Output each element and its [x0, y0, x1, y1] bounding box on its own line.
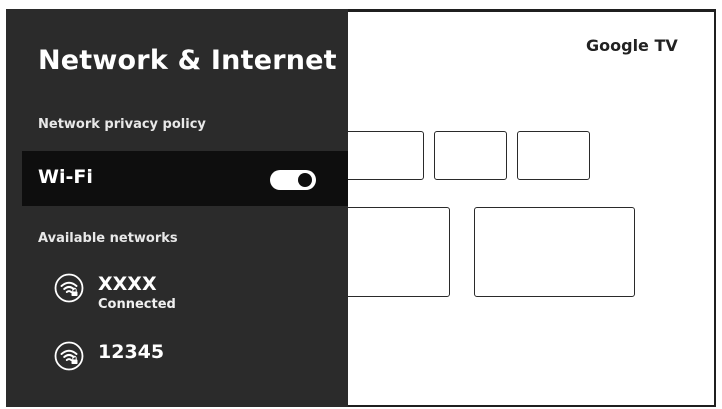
google-tv-logo: Google TV [586, 36, 678, 55]
content-tile[interactable] [340, 207, 450, 297]
page-title: Network & Internet [38, 45, 337, 76]
toggle-knob [298, 173, 312, 187]
wifi-toggle-row[interactable]: Wi-Fi [22, 151, 348, 206]
content-tile[interactable] [434, 131, 507, 180]
network-settings-panel: Network & Internet Network privacy polic… [6, 9, 348, 407]
available-networks-heading: Available networks [38, 231, 178, 246]
network-privacy-policy-item[interactable]: Network privacy policy [38, 117, 206, 132]
network-name: 12345 [98, 341, 165, 363]
network-name: XXXX [98, 273, 157, 295]
wifi-toggle[interactable] [270, 170, 316, 190]
wifi-lock-icon [54, 273, 84, 303]
content-tile[interactable] [517, 131, 590, 180]
wifi-lock-icon [54, 341, 84, 371]
content-tile[interactable] [340, 131, 424, 180]
content-tile[interactable] [474, 207, 635, 297]
wifi-label: Wi-Fi [38, 166, 93, 188]
network-status: Connected [98, 297, 176, 312]
